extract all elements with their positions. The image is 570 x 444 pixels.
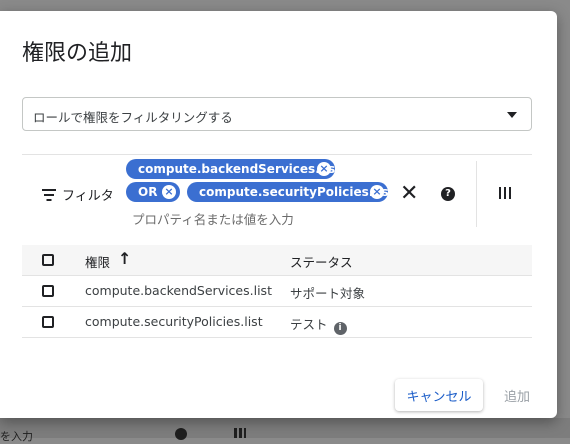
- filter-chip-backend-services[interactable]: compute.backendServices.list ×: [126, 159, 341, 179]
- permission-cell: compute.backendServices.list: [85, 283, 272, 298]
- filter-input[interactable]: プロパティ名または値を入力: [132, 209, 294, 228]
- select-all-checkbox[interactable]: [42, 254, 54, 266]
- permission-cell: compute.securityPolicies.list: [85, 314, 263, 329]
- role-filter-placeholder: ロールで権限をフィルタリングする: [33, 110, 233, 125]
- help-icon[interactable]: ?: [441, 187, 455, 201]
- filter-bar: フィルタ compute.backendServices.list × OR ×…: [22, 154, 532, 235]
- backdrop-partial-text: を入力: [0, 430, 33, 443]
- backdrop-column-icon: [234, 428, 246, 438]
- filter-chip-or[interactable]: OR ×: [126, 182, 180, 202]
- column-header-status: ステータス: [290, 255, 353, 270]
- role-filter-select[interactable]: ロールで権限をフィルタリングする: [22, 97, 532, 131]
- filter-icon: [42, 189, 56, 201]
- close-icon[interactable]: ✕: [400, 182, 418, 206]
- divider: [476, 161, 477, 227]
- add-button[interactable]: 追加: [493, 379, 541, 411]
- dropdown-arrow-icon: [507, 112, 517, 118]
- remove-chip-icon[interactable]: ×: [317, 162, 331, 176]
- add-permissions-dialog: 権限の追加 ロールで権限をフィルタリングする フィルタ compute.back…: [0, 11, 557, 418]
- remove-chip-icon[interactable]: ×: [162, 185, 176, 199]
- backdrop-page: [0, 418, 570, 438]
- status-cell: サポート対象: [290, 286, 366, 301]
- backdrop-help-icon: [175, 428, 187, 440]
- cancel-button[interactable]: キャンセル: [395, 379, 483, 411]
- info-icon[interactable]: i: [333, 322, 347, 335]
- table-header-row: 権限 ↑ ステータス: [22, 245, 532, 276]
- column-header-permission[interactable]: 権限: [85, 252, 110, 271]
- arrow-upward-icon[interactable]: ↑: [118, 249, 131, 268]
- status-cell: テスト i: [290, 314, 347, 335]
- row-checkbox[interactable]: [42, 316, 54, 328]
- column-display-icon[interactable]: [499, 187, 511, 199]
- remove-chip-icon[interactable]: ×: [370, 185, 384, 199]
- filter-chip-security-policies[interactable]: compute.securityPolicies.list ×: [187, 182, 394, 202]
- filter-chip-label: compute.securityPolicies.list: [199, 185, 395, 199]
- filter-label: フィルタ: [62, 189, 114, 204]
- permissions-table: 権限 ↑ ステータス compute.backendServices.list …: [22, 245, 532, 338]
- table-row: compute.backendServices.list サポート対象: [22, 276, 532, 307]
- filter-chip-label: OR: [138, 185, 158, 199]
- row-checkbox[interactable]: [42, 285, 54, 297]
- dialog-title: 権限の追加: [22, 41, 133, 66]
- filter-chip-label: compute.backendServices.list: [138, 162, 341, 176]
- table-row: compute.securityPolicies.list テスト i: [22, 307, 532, 338]
- status-text: テスト: [290, 317, 328, 332]
